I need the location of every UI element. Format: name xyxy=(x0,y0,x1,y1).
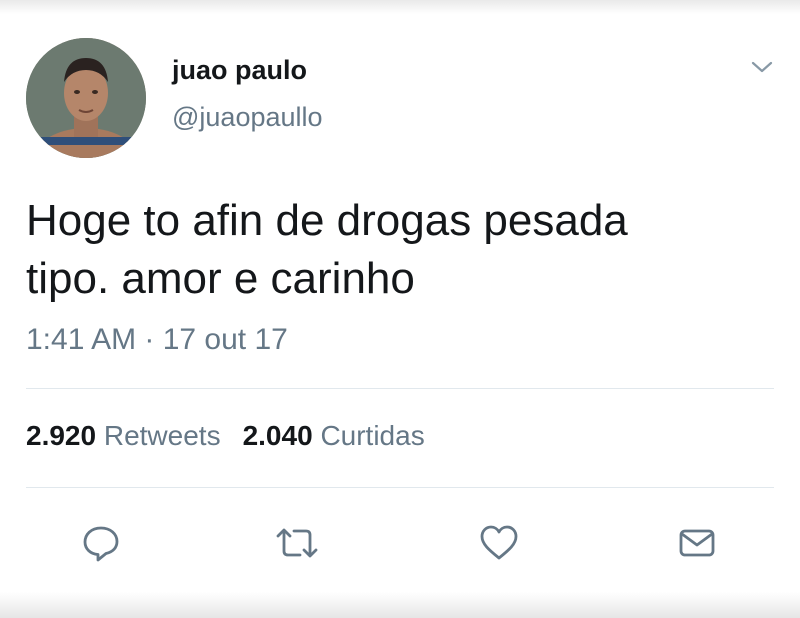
likes-count[interactable]: 2.040 xyxy=(243,420,313,451)
retweets-label[interactable]: Retweets xyxy=(104,420,221,451)
author-handle[interactable]: @juaopaullo xyxy=(172,102,323,133)
divider xyxy=(26,487,774,488)
tweet-stats: 2.920 Retweets 2.040 Curtidas xyxy=(26,420,425,452)
likes-label[interactable]: Curtidas xyxy=(320,420,424,451)
direct-message-button[interactable] xyxy=(672,518,722,568)
tweet-timestamp[interactable]: 1:41 AM · 17 out 17 xyxy=(26,323,288,357)
bottom-edge-shadow xyxy=(0,592,800,618)
retweet-button[interactable] xyxy=(272,518,322,568)
like-button[interactable] xyxy=(474,518,524,568)
heart-icon xyxy=(480,525,518,560)
divider xyxy=(26,388,774,389)
retweet-arrows-icon xyxy=(276,528,318,558)
envelope-icon xyxy=(679,529,715,557)
author-avatar[interactable] xyxy=(26,38,146,158)
author-display-name[interactable]: juao paulo xyxy=(172,55,307,86)
avatar-photo xyxy=(26,38,146,158)
tweet-detail-view: juao paulo @juaopaullo Hoge to afin de d… xyxy=(0,0,800,618)
tweet-text-line: tipo. amor e carinho xyxy=(26,254,415,303)
tweet-text: Hoge to afin de drogas pesada tipo. amor… xyxy=(26,192,766,308)
top-edge-shadow xyxy=(0,0,800,14)
reply-button[interactable] xyxy=(76,518,126,568)
tweet-text-line: Hoge to afin de drogas pesada xyxy=(26,196,628,245)
chevron-down-icon[interactable] xyxy=(748,57,776,77)
retweets-count[interactable]: 2.920 xyxy=(26,420,96,451)
speech-bubble-icon xyxy=(83,526,119,562)
tweet-action-bar xyxy=(0,518,800,568)
